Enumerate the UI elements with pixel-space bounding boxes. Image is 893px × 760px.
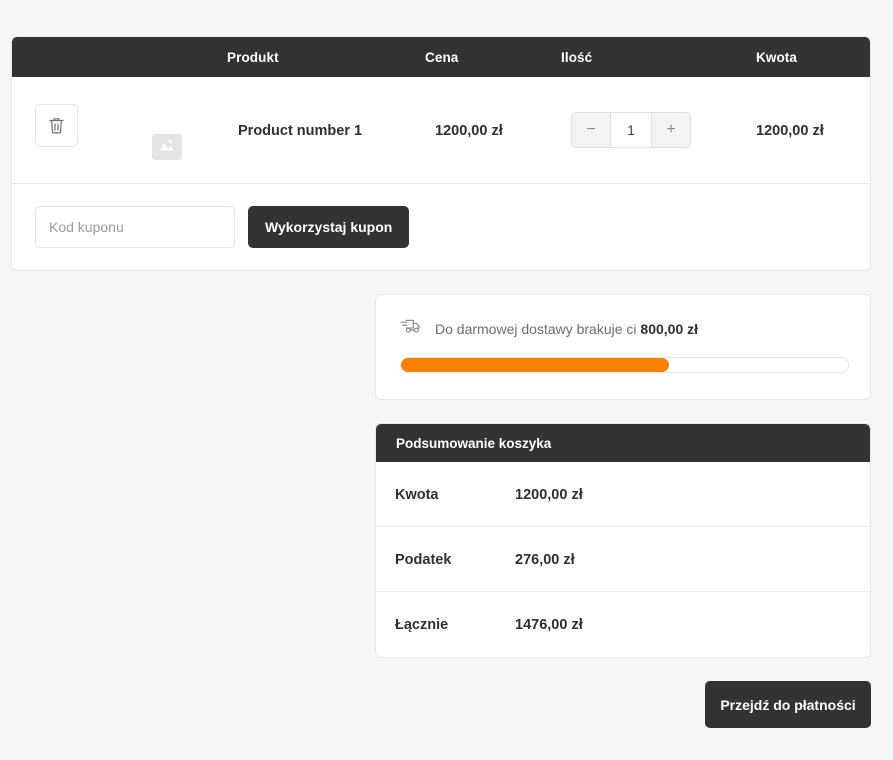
summary-value-tax: 276,00 zł [515,551,575,568]
free-shipping-panel: Do darmowej dostawy brakuje ci 800,00 zł [375,294,871,400]
quantity-input[interactable] [610,113,652,147]
summary-row-tax: Podatek 276,00 zł [376,527,870,592]
product-thumbnail [152,134,182,160]
cart-summary-panel: Podsumowanie koszyka Kwota 1200,00 zł Po… [375,423,871,658]
cart-card: Produkt Cena Ilość Kwota Product number … [11,36,871,271]
summary-label-total: Łącznie [395,616,449,633]
quantity-decrease-button[interactable]: − [572,113,610,147]
cart-item-row: Product number 1 1200,00 zł − + 1200,00 … [12,77,870,184]
product-name: Product number 1 [238,122,363,139]
coupon-row: Wykorzystaj kupon [12,184,870,270]
cart-summary-title: Podsumowanie koszyka [376,424,870,462]
column-header-amount: Kwota [756,49,797,65]
remove-item-button[interactable] [35,104,78,147]
image-placeholder-icon [158,137,176,158]
free-shipping-message: Do darmowej dostawy brakuje ci 800,00 zł [400,317,698,340]
product-price: 1200,00 zł [435,122,503,139]
column-header-quantity: Ilość [561,49,593,65]
free-shipping-text: Do darmowej dostawy brakuje ci 800,00 zł [435,321,698,337]
apply-coupon-button[interactable]: Wykorzystaj kupon [248,206,410,248]
summary-label-tax: Podatek [395,551,452,568]
summary-value-subtotal: 1200,00 zł [515,486,583,503]
cart-page: Produkt Cena Ilość Kwota Product number … [0,0,893,760]
trash-icon [48,116,65,135]
free-shipping-remaining-amount: 800,00 zł [640,320,699,337]
free-shipping-progress-fill [401,358,670,372]
product-amount: 1200,00 zł [756,122,824,139]
summary-row-subtotal: Kwota 1200,00 zł [376,462,870,527]
summary-row-total: Łącznie 1476,00 zł [376,592,870,657]
free-shipping-progress-bar [400,357,849,373]
free-shipping-text-prefix: Do darmowej dostawy brakuje ci [435,320,641,337]
coupon-input[interactable] [35,206,235,248]
cart-table-header: Produkt Cena Ilość Kwota [12,37,870,77]
column-header-price: Cena [425,49,459,65]
quantity-increase-button[interactable]: + [652,113,690,147]
proceed-to-checkout-button[interactable]: Przejdź do płatności [705,681,871,728]
quantity-stepper[interactable]: − + [571,112,691,148]
column-header-product: Produkt [227,49,279,65]
summary-label-subtotal: Kwota [395,486,439,503]
summary-value-total: 1476,00 zł [515,616,583,633]
delivery-truck-icon [400,317,422,340]
